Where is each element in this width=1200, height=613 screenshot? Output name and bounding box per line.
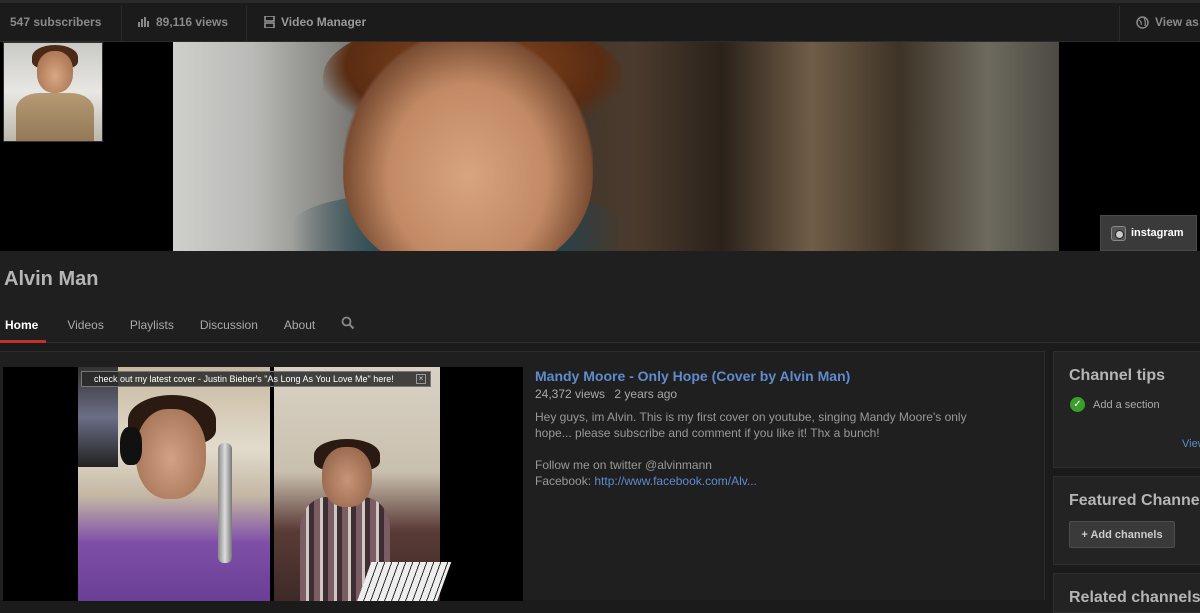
video-manager-label: Video Manager bbox=[281, 15, 367, 29]
subscriber-count: 547 subscribers bbox=[10, 15, 101, 29]
channel-tabs: Home Videos Playlists Discussion About bbox=[0, 311, 368, 343]
view-count: 89,116 views bbox=[138, 15, 228, 29]
divider bbox=[121, 6, 122, 44]
description-line: Follow me on twitter @alvinmann bbox=[535, 458, 712, 472]
channel-tips-title: Channel tips bbox=[1069, 367, 1166, 384]
channel-banner bbox=[0, 42, 1200, 251]
view-link[interactable]: View bbox=[1182, 438, 1200, 450]
view-as-label: View as bbox=[1155, 15, 1199, 29]
video-title-link[interactable]: Mandy Moore - Only Hope (Cover by Alvin … bbox=[535, 368, 1025, 384]
instagram-icon bbox=[1111, 225, 1126, 241]
search-icon bbox=[341, 316, 355, 330]
divider bbox=[1119, 6, 1120, 44]
related-channels-card: Related channels bbox=[1053, 573, 1200, 613]
add-section-label: Add a section bbox=[1093, 398, 1160, 411]
description-line: hope... please subscribe and comment if … bbox=[535, 426, 880, 440]
annotation-close-icon[interactable]: × bbox=[416, 374, 426, 384]
instagram-link[interactable]: instagram bbox=[1100, 215, 1197, 251]
tab-about[interactable]: About bbox=[271, 311, 328, 343]
view-count-label: 89,116 views bbox=[156, 15, 229, 29]
subscriber-count-label: 547 subscribers bbox=[10, 15, 102, 29]
tab-home[interactable]: Home bbox=[0, 311, 47, 343]
add-channels-button[interactable]: + Add channels bbox=[1069, 521, 1175, 548]
video-meta: 24,372 views 2 years ago bbox=[535, 387, 1025, 401]
video-frame-right bbox=[274, 367, 452, 601]
video-frame-left bbox=[78, 367, 270, 601]
description-line: Hey guys, im Alvin. This is my first cov… bbox=[535, 410, 967, 424]
tab-playlists[interactable]: Playlists bbox=[117, 311, 187, 343]
annotation-text: check out my latest cover - Justin Biebe… bbox=[94, 374, 394, 384]
instagram-label: instagram bbox=[1131, 227, 1184, 239]
video-age: 2 years ago bbox=[614, 387, 678, 401]
banner-art-image bbox=[173, 42, 1059, 251]
video-views: 24,372 views bbox=[535, 387, 606, 401]
facebook-prefix: Facebook: bbox=[535, 474, 595, 488]
channel-header: Alvin Man Home Videos Playlists Discussi… bbox=[0, 251, 1200, 343]
channel-search-button[interactable] bbox=[328, 311, 368, 343]
divider bbox=[246, 6, 247, 44]
channel-title: Alvin Man bbox=[4, 268, 99, 290]
view-as-link[interactable]: View as bbox=[1136, 15, 1199, 29]
add-section-tip[interactable]: ✓ Add a section bbox=[1070, 397, 1200, 412]
video-annotation[interactable]: check out my latest cover - Justin Biebe… bbox=[81, 371, 431, 387]
tab-discussion[interactable]: Discussion bbox=[187, 311, 271, 343]
featured-channels-title: Featured Channels bbox=[1069, 492, 1200, 509]
tab-videos[interactable]: Videos bbox=[54, 311, 116, 343]
channel-avatar[interactable] bbox=[3, 42, 103, 142]
checkmark-icon: ✓ bbox=[1070, 397, 1085, 412]
channel-stats-bar: 547 subscribers 89,116 views Video Manag… bbox=[0, 0, 1200, 44]
bar-chart-icon bbox=[138, 17, 149, 27]
video-info: Mandy Moore - Only Hope (Cover by Alvin … bbox=[535, 368, 1025, 489]
video-manager-icon bbox=[264, 16, 275, 28]
description-line: Facebook: http://www.facebook.com/Alv... bbox=[535, 473, 1025, 489]
facebook-link[interactable]: http://www.facebook.com/Alv... bbox=[594, 474, 757, 488]
video-manager-link[interactable]: Video Manager bbox=[264, 15, 366, 29]
channel-tips-card: Channel tips ✓ Add a section View bbox=[1053, 351, 1200, 468]
globe-icon bbox=[1136, 15, 1149, 29]
related-channels-title: Related channels bbox=[1069, 589, 1200, 606]
video-description: Hey guys, im Alvin. This is my first cov… bbox=[535, 409, 1025, 489]
featured-channels-card: Featured Channels + Add channels bbox=[1053, 476, 1200, 565]
featured-video-section: check out my latest cover - Justin Biebe… bbox=[0, 351, 1045, 601]
video-player[interactable]: check out my latest cover - Justin Biebe… bbox=[3, 367, 523, 601]
